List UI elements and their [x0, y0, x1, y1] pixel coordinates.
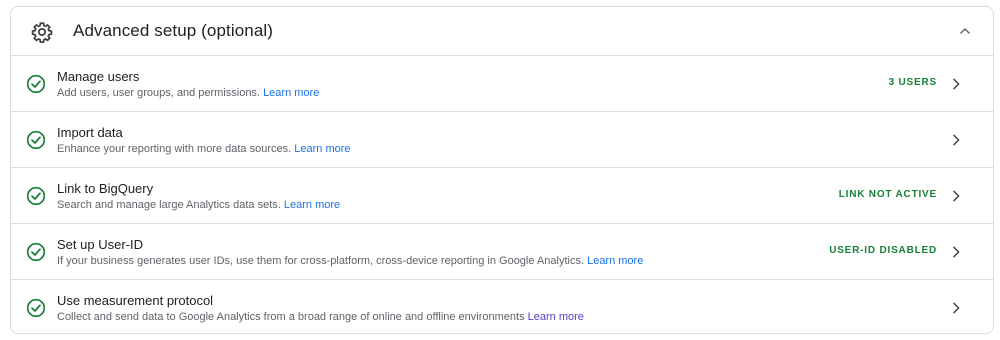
gear-icon: [31, 21, 53, 43]
learn-more-link[interactable]: Learn more: [284, 199, 340, 211]
row-title: Manage users: [57, 69, 140, 84]
chevron-right-icon[interactable]: [945, 129, 967, 151]
chevron-up-icon[interactable]: [953, 19, 977, 43]
row-description: Enhance your reporting with more data so…: [57, 143, 351, 155]
row-title: Import data: [57, 125, 123, 140]
row-description: Search and manage large Analytics data s…: [57, 199, 341, 211]
check-circle-icon: [26, 242, 46, 262]
setup-row-link-bigquery[interactable]: Link to BigQuery Search and manage large…: [11, 168, 993, 224]
setup-row-measurement-protocol[interactable]: Use measurement protocol Collect and sen…: [11, 280, 993, 333]
chevron-right-icon[interactable]: [945, 241, 967, 263]
advanced-setup-header[interactable]: Advanced setup (optional): [11, 7, 993, 56]
check-circle-icon: [26, 186, 46, 206]
learn-more-link[interactable]: Learn more: [528, 311, 584, 323]
chevron-right-icon[interactable]: [945, 185, 967, 207]
row-title: Set up User-ID: [57, 237, 143, 252]
status-badge: USER-ID DISABLED: [829, 245, 937, 256]
chevron-right-icon[interactable]: [945, 73, 967, 95]
learn-more-link[interactable]: Learn more: [587, 255, 643, 267]
row-description: Collect and send data to Google Analytic…: [57, 311, 584, 323]
check-circle-icon: [26, 74, 46, 94]
status-badge: 3 USERS: [888, 77, 937, 88]
setup-row-manage-users[interactable]: Manage users Add users, user groups, and…: [11, 56, 993, 112]
chevron-right-icon[interactable]: [945, 297, 967, 319]
setup-row-user-id[interactable]: Set up User-ID If your business generate…: [11, 224, 993, 280]
check-circle-icon: [26, 130, 46, 150]
row-title: Use measurement protocol: [57, 293, 214, 308]
check-circle-icon: [26, 298, 46, 318]
learn-more-link[interactable]: Learn more: [294, 143, 350, 155]
status-badge: LINK NOT ACTIVE: [838, 189, 937, 200]
setup-row-import-data[interactable]: Import data Enhance your reporting with …: [11, 112, 993, 168]
row-description: If your business generates user IDs, use…: [57, 255, 644, 267]
row-title: Link to BigQuery: [57, 181, 154, 196]
section-title: Advanced setup (optional): [73, 21, 274, 40]
learn-more-link[interactable]: Learn more: [263, 87, 319, 99]
row-description: Add users, user groups, and permissions.…: [57, 87, 320, 99]
advanced-setup-card: Advanced setup (optional) Manage users A…: [10, 6, 994, 334]
